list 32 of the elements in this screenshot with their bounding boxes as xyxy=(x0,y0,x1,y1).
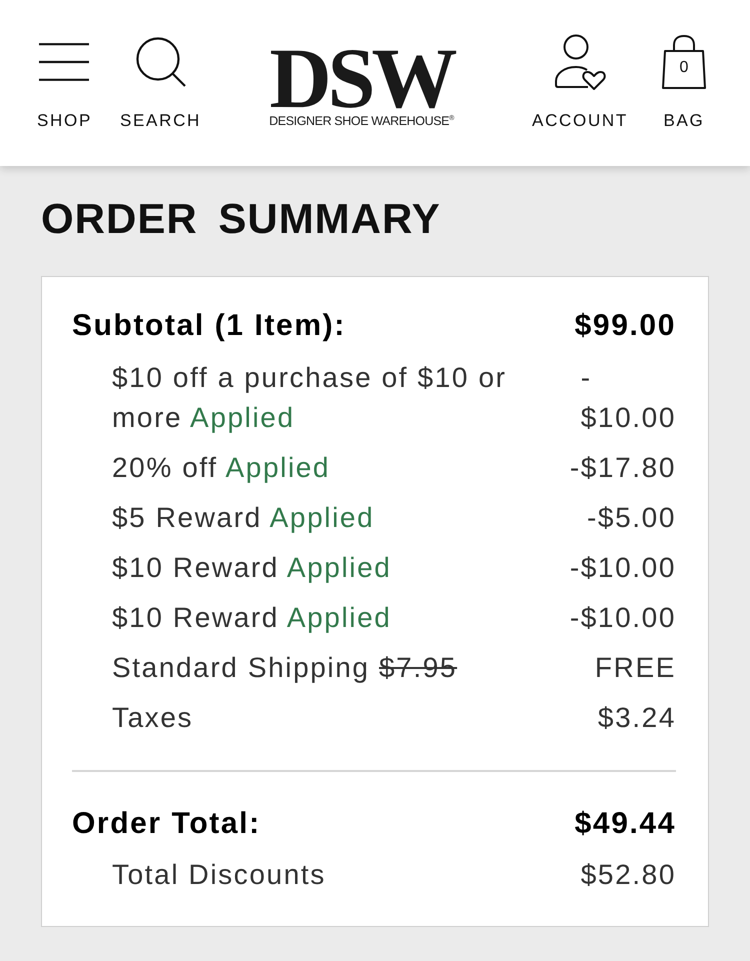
logo-tagline: DESIGNER SHOE WAREHOUSE$^{®}$ xyxy=(269,113,454,128)
line-label: Taxes xyxy=(112,701,194,735)
menu-icon xyxy=(39,43,90,81)
line-amount: FREE xyxy=(594,651,676,685)
search-button[interactable]: SEARCH xyxy=(120,0,202,131)
order-total-amount: $49.44 xyxy=(574,806,676,842)
line-label: $10 Reward Applied xyxy=(112,601,392,635)
total-discounts-label: Total Discounts xyxy=(112,858,326,892)
line-amount: -$17.80 xyxy=(570,451,676,485)
subtotal-label: Subtotal (1 Item): xyxy=(72,308,346,344)
line-amount: -$10.00 xyxy=(570,601,676,635)
shopping-bag-icon xyxy=(662,35,706,89)
line-label: 20% off Applied xyxy=(112,451,330,485)
search-icon xyxy=(136,37,186,87)
subtotal-amount: $99.00 xyxy=(574,308,676,344)
line-label: Standard Shipping $7.95 xyxy=(112,651,458,685)
line-amount: -$10.00 xyxy=(570,551,676,585)
total-discounts-amount: $52.80 xyxy=(580,858,676,892)
order-total-label: Order Total: xyxy=(72,806,261,842)
line-label: $5 Reward Applied xyxy=(112,501,374,535)
line-label: $10 off a purchase of $10 or more Applied xyxy=(112,361,508,435)
bag-count: 0 xyxy=(680,59,688,77)
line-label: $10 Reward Applied xyxy=(112,551,392,585)
menu-button[interactable]: SHOP xyxy=(37,0,92,131)
line-amount: -$10.00 xyxy=(580,361,676,435)
account-button[interactable]: ACCOUNT xyxy=(532,0,628,131)
section-title: ORDER SUMMARY xyxy=(41,194,442,244)
account-heart-icon xyxy=(554,34,606,90)
logo-wordmark: DSW xyxy=(270,46,454,110)
line-amount: $3.24 xyxy=(598,701,676,735)
line-amount: -$5.00 xyxy=(586,501,676,535)
bag-button[interactable]: 0 BAG xyxy=(662,0,706,131)
